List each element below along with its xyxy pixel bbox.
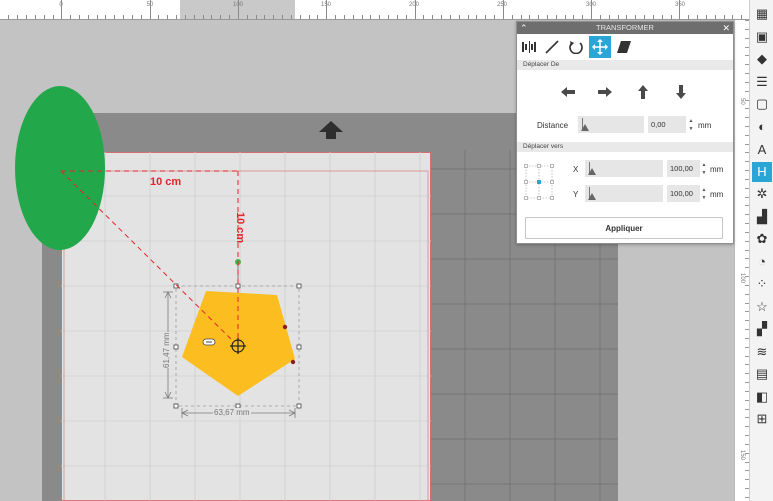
dim-label-vertical: 10 cm xyxy=(234,212,246,244)
lines-icon[interactable]: ☰ xyxy=(752,72,772,92)
image-icon[interactable]: ▢ xyxy=(752,94,772,114)
apply-button[interactable]: Appliquer xyxy=(525,217,723,239)
dim-label-horizontal: 10 cm xyxy=(150,176,182,188)
offset-icon[interactable]: ✿ xyxy=(752,229,772,249)
edit-points-icon[interactable]: ▤ xyxy=(752,364,772,384)
shape-height-label: 61,47 mm xyxy=(162,332,171,368)
library2-icon[interactable]: ◧ xyxy=(752,387,772,407)
shape-width-label: 63,67 mm xyxy=(213,408,251,417)
distance-stepper[interactable]: ▲ ▼ xyxy=(687,117,695,134)
y-stepper[interactable]: ▲ ▼ xyxy=(700,186,708,203)
print-cut-icon[interactable]: ⁘ xyxy=(752,274,772,294)
y-input[interactable]: 100,00 xyxy=(667,185,700,202)
arrow-left-icon[interactable] xyxy=(558,84,578,100)
page-setup-icon[interactable]: ▦ xyxy=(752,4,772,24)
misc-icon[interactable]: ⊞ xyxy=(752,409,772,429)
layers-icon[interactable]: ≋ xyxy=(752,342,772,362)
align-icon[interactable] xyxy=(518,36,540,58)
close-icon[interactable]: ✕ xyxy=(720,22,730,34)
fill-icon[interactable]: ◐ xyxy=(752,117,772,137)
distance-unit: mm xyxy=(698,121,712,130)
trace-icon[interactable]: ◔ xyxy=(752,252,772,272)
x-unit: mm xyxy=(710,165,724,174)
transform-icon[interactable]: H xyxy=(752,161,772,182)
distance-label: Distance xyxy=(537,121,569,130)
send-icon[interactable]: ▞ xyxy=(752,319,772,339)
y-unit: mm xyxy=(710,190,724,199)
rotate-icon[interactable] xyxy=(565,36,587,58)
distance-slider[interactable] xyxy=(578,116,644,133)
shapes-icon[interactable]: ☆ xyxy=(752,297,772,317)
section-move-to: Déplacer vers xyxy=(517,142,733,152)
green-ellipse-shape[interactable] xyxy=(15,86,105,250)
shear-icon[interactable] xyxy=(613,36,635,58)
collapse-icon[interactable]: ⌃ xyxy=(520,22,530,34)
section-move-by: Déplacer De xyxy=(517,60,733,70)
x-label: X xyxy=(573,165,579,174)
replicate-icon[interactable]: ✲ xyxy=(752,184,772,204)
x-stepper[interactable]: ▲ ▼ xyxy=(700,161,708,178)
move-icon[interactable] xyxy=(589,36,611,58)
modify-icon[interactable]: ▟ xyxy=(752,207,772,227)
arrow-up-icon[interactable] xyxy=(633,84,653,100)
text-icon[interactable]: A xyxy=(752,139,772,159)
arrow-down-icon[interactable] xyxy=(671,84,691,100)
x-slider[interactable] xyxy=(585,160,663,177)
x-input[interactable]: 100,00 xyxy=(667,160,700,177)
lock-ratio-icon[interactable] xyxy=(202,338,216,346)
right-toolbar: ▦ ▣ ◆ ☰ ▢ ◐ A H ✲ ▟ ✿ ◔ ⁘ ☆ ▞ ≋ ▤ ◧ ⊞ xyxy=(749,0,773,501)
y-slider[interactable] xyxy=(585,185,663,202)
library-icon[interactable]: ▣ xyxy=(752,27,772,47)
panel-title: TRANSFORMER xyxy=(517,22,733,34)
y-label: Y xyxy=(573,190,579,199)
arrow-right-icon[interactable] xyxy=(595,84,615,100)
store-icon[interactable]: ◆ xyxy=(752,49,772,69)
distance-input[interactable]: 0,00 xyxy=(648,116,686,133)
right-ruler: 50 100 150 xyxy=(734,20,750,501)
transformer-panel: TRANSFORMER ⌃ ✕ Déplacer De Distance 0,0… xyxy=(516,21,734,244)
anchor-point-grid[interactable] xyxy=(524,161,554,203)
scale-icon[interactable] xyxy=(541,36,563,58)
ruler-number: 100 xyxy=(739,273,745,284)
ruler-number: 150 xyxy=(739,450,745,461)
